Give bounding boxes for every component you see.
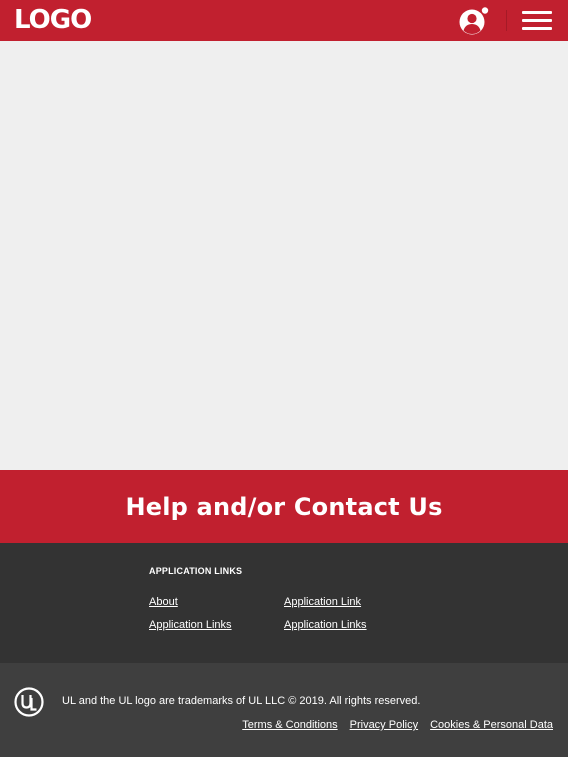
help-contact-link[interactable]: Help and/or Contact Us [125,493,442,521]
about-link[interactable]: About [149,596,178,608]
footer: UL and the UL logo are trademarks of UL … [0,663,568,757]
copyright-text: UL and the UL logo are trademarks of UL … [62,695,421,707]
main-content-area [0,41,568,470]
privacy-policy-link[interactable]: Privacy Policy [350,719,418,731]
ul-logo [14,687,44,717]
hamburger-menu-button[interactable] [522,11,554,31]
application-links-heading: APPLICATION LINKS [149,566,243,576]
ul-logo-icon [14,687,44,717]
terms-conditions-link[interactable]: Terms & Conditions [242,719,337,731]
logo[interactable]: LOGO [14,5,92,35]
application-links-link-1[interactable]: Application Links [149,619,232,631]
user-account-button[interactable] [458,6,490,36]
application-links-link-2[interactable]: Application Links [284,619,367,631]
header-divider [506,10,507,31]
user-account-icon [459,7,489,35]
top-header: LOGO [0,0,568,41]
help-contact-band: Help and/or Contact Us [0,470,568,543]
application-links-section: APPLICATION LINKS About Application Link… [0,543,568,663]
legal-links: Terms & Conditions Privacy Policy Cookie… [242,719,553,731]
application-link[interactable]: Application Link [284,596,361,608]
cookies-personal-data-link[interactable]: Cookies & Personal Data [430,719,553,731]
